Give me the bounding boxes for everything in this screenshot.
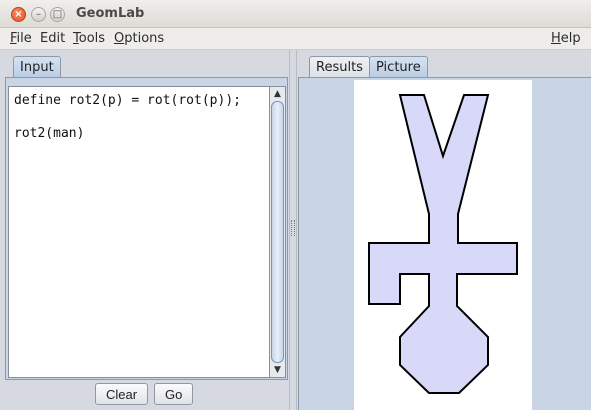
menu-help[interactable]: Help [551, 31, 581, 46]
panel-splitter[interactable] [289, 50, 297, 410]
title-bar: × – □ GeomLab [0, 0, 591, 28]
maximize-window-icon[interactable]: □ [50, 7, 65, 22]
splitter-grip-icon[interactable] [291, 220, 295, 236]
menu-options[interactable]: Options [114, 31, 164, 46]
clear-button[interactable]: Clear [95, 383, 149, 405]
picture-canvas [354, 80, 532, 410]
scroll-thumb[interactable] [271, 101, 284, 363]
go-button[interactable]: Go [154, 383, 194, 405]
tab-picture[interactable]: Picture [369, 56, 428, 78]
menu-bar: File Edit Tools Options Help [0, 28, 591, 50]
code-line: rot2(man) [14, 126, 85, 141]
tab-input[interactable]: Input [13, 56, 61, 78]
menu-edit[interactable]: Edit [40, 31, 65, 46]
menu-file[interactable]: File [10, 31, 32, 46]
scroll-up-icon[interactable]: ▲ [270, 87, 285, 101]
tab-results[interactable]: Results [309, 56, 370, 78]
close-window-icon[interactable]: × [11, 7, 26, 22]
code-editor[interactable]: define rot2(p) = rot(rot(p)); rot2(man) [8, 86, 270, 378]
scroll-down-icon[interactable]: ▼ [270, 363, 285, 377]
rotated-man-picture [368, 94, 518, 394]
man-figure [368, 94, 518, 394]
window-title: GeomLab [76, 6, 145, 21]
code-line: define rot2(p) = rot(rot(p)); [14, 93, 241, 108]
minimize-window-icon[interactable]: – [31, 7, 46, 22]
editor-scrollbar[interactable]: ▲ ▼ [270, 86, 286, 378]
menu-tools[interactable]: Tools [73, 31, 105, 46]
